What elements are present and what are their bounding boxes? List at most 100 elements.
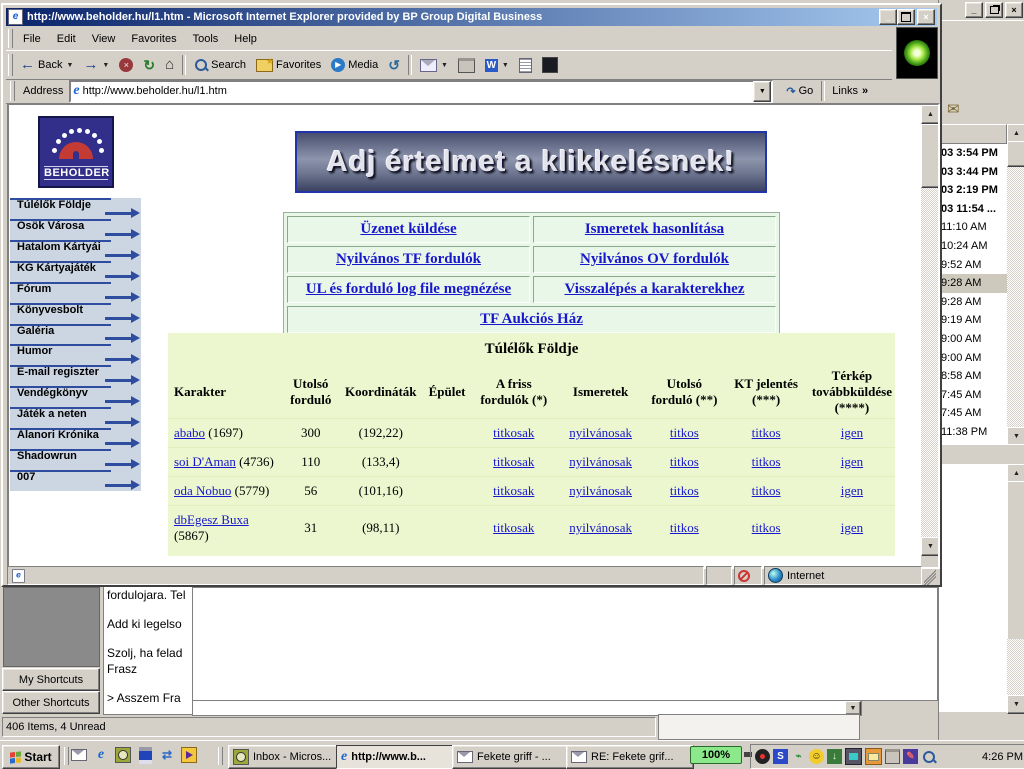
send-receive-icon[interactable]: ✉ xyxy=(947,100,960,118)
search-button[interactable]: Search xyxy=(189,53,251,77)
toolbar-grip[interactable] xyxy=(8,54,13,76)
character-link[interactable]: ababo xyxy=(174,425,205,440)
tray-app-icon[interactable]: S xyxy=(773,749,788,764)
lastturn-link[interactable]: titkos xyxy=(670,454,699,469)
map-link[interactable]: igen xyxy=(841,483,863,498)
list-item[interactable]: 9:19 AM xyxy=(939,311,1007,330)
list-item[interactable]: 03 11:54 ... xyxy=(939,200,1007,219)
kt-link[interactable]: titkos xyxy=(752,425,781,440)
ql-floppy-icon[interactable] xyxy=(136,746,154,764)
edit-dropdown-icon[interactable]: ▼ xyxy=(502,62,509,69)
print-button[interactable] xyxy=(453,53,480,77)
forward-dropdown-icon[interactable]: ▼ xyxy=(102,62,109,69)
task-inbox[interactable]: Inbox - Micros... xyxy=(228,745,342,769)
list-item[interactable]: 9:00 AM xyxy=(939,330,1007,349)
map-link[interactable]: igen xyxy=(841,520,863,535)
ie-maximize-button[interactable] xyxy=(897,9,915,25)
fresh-link[interactable]: titkosak xyxy=(493,454,534,469)
list-item[interactable]: 03 3:54 PM xyxy=(939,144,1007,163)
tray-magnifier-icon[interactable] xyxy=(921,749,936,764)
fresh-link[interactable]: titkosak xyxy=(493,520,534,535)
sidebar-item-email-regiszter[interactable]: E-mail regiszter xyxy=(10,365,141,386)
sidebar-item-alanori-kronika[interactable]: Alanori Krónika xyxy=(10,428,141,449)
menu-view[interactable]: View xyxy=(84,30,124,48)
list-item[interactable]: 9:28 AM xyxy=(939,293,1007,312)
sidebar-item-konyvesbolt[interactable]: Könyvesbolt xyxy=(10,303,141,324)
list-item[interactable]: 7:45 AM xyxy=(939,386,1007,405)
link-visszalepes[interactable]: Visszalépés a karakterekhez xyxy=(565,281,745,297)
messenger-button[interactable] xyxy=(537,53,563,77)
outlook-minimize-button[interactable]: _ xyxy=(965,2,983,18)
knowledge-link[interactable]: nyilvánosak xyxy=(569,483,632,498)
page-scroll-up[interactable]: ▲ xyxy=(921,105,940,124)
tray-printer-icon[interactable] xyxy=(885,749,900,764)
body-scroll-track[interactable] xyxy=(1007,639,1024,695)
list-item-selected[interactable]: 9:28 AM xyxy=(939,274,1007,293)
sidebar-item-007[interactable]: 007 xyxy=(10,470,141,491)
link-uzenet-kuldese[interactable]: Üzenet küldése xyxy=(360,221,456,237)
other-shortcuts-button[interactable]: Other Shortcuts xyxy=(2,691,100,714)
tray-mail-notify-icon[interactable] xyxy=(865,748,882,765)
ql-media-player-icon[interactable] xyxy=(180,746,198,764)
taskband-grip[interactable] xyxy=(218,747,223,765)
tray-security-icon[interactable]: ✎ xyxy=(903,749,918,764)
mail-button[interactable]: ▼ xyxy=(415,53,453,77)
ql-compose-mail-icon[interactable] xyxy=(70,746,88,764)
map-link[interactable]: igen xyxy=(841,454,863,469)
sidebar-item-humor[interactable]: Humor xyxy=(10,344,141,365)
link-nyilvanos-tf-fordulok[interactable]: Nyilvános TF fordulók xyxy=(336,251,481,267)
ql-internet-explorer-icon[interactable]: e xyxy=(92,746,110,764)
go-button[interactable]: ↷ Go xyxy=(781,79,818,103)
back-dropdown-icon[interactable]: ▼ xyxy=(66,62,73,69)
menu-help[interactable]: Help xyxy=(226,30,265,48)
body-scroll-down[interactable]: ▼ xyxy=(1007,695,1024,714)
body-scroll-thumb[interactable] xyxy=(1007,481,1024,641)
address-input[interactable] xyxy=(80,84,754,98)
stop-button[interactable]: × xyxy=(114,53,138,77)
kt-link[interactable]: titkos xyxy=(752,483,781,498)
knowledge-link[interactable]: nyilvánosak xyxy=(569,425,632,440)
lastturn-link[interactable]: titkos xyxy=(670,483,699,498)
ie-close-button[interactable]: × xyxy=(917,9,935,25)
fragment-scroll-down[interactable]: ▼ xyxy=(845,701,861,715)
message-list-column-header[interactable] xyxy=(939,124,1007,144)
media-button[interactable]: ▶ Media xyxy=(326,53,383,77)
list-item[interactable]: 8:58 AM xyxy=(939,367,1007,386)
list-item[interactable]: 11:10 AM xyxy=(939,218,1007,237)
sidebar-item-galeria[interactable]: Galéria xyxy=(10,324,141,345)
list-item[interactable]: 03 2:19 PM xyxy=(939,181,1007,200)
favorites-button[interactable]: ★ Favorites xyxy=(251,53,326,77)
address-dropdown-button[interactable]: ▼ xyxy=(753,81,771,102)
forward-button[interactable]: → ▼ xyxy=(78,53,114,77)
tray-messenger-icon[interactable]: ☺ xyxy=(809,749,824,764)
character-link[interactable]: soi D'Aman xyxy=(174,454,236,469)
link-nyilvanos-ov-fordulok[interactable]: Nyilvános OV fordulók xyxy=(580,251,729,267)
mail-dropdown-icon[interactable]: ▼ xyxy=(441,62,448,69)
tray-display-icon[interactable] xyxy=(845,748,862,765)
beholder-logo[interactable]: BEHOLDER xyxy=(38,116,114,188)
sidebar-item-hatalom-kartyai[interactable]: Hatalom Kártyái xyxy=(10,240,141,261)
list-item[interactable]: 9:00 AM xyxy=(939,349,1007,368)
start-button[interactable]: Start xyxy=(2,745,60,769)
menu-grip[interactable] xyxy=(8,29,13,47)
tray-update-icon[interactable]: ↓ xyxy=(827,749,842,764)
addressbar-grip[interactable] xyxy=(10,81,15,100)
menu-file[interactable]: File xyxy=(15,30,49,48)
list-item[interactable]: 03 3:44 PM xyxy=(939,163,1007,182)
sidebar-item-tulelok-foldje[interactable]: Túlélők Földje xyxy=(10,198,141,219)
lastturn-link[interactable]: titkos xyxy=(670,520,699,535)
back-button[interactable]: ← Back ▼ xyxy=(15,53,78,77)
outlook-restore-button[interactable] xyxy=(985,2,1003,18)
fresh-link[interactable]: titkosak xyxy=(493,483,534,498)
tray-antivirus-icon[interactable] xyxy=(755,749,770,764)
history-button[interactable]: ↺ xyxy=(383,53,405,77)
home-button[interactable]: ⌂ xyxy=(160,53,179,77)
task-fekete-griff[interactable]: Fekete griff - ... xyxy=(452,745,572,769)
sidebar-item-osok-varosa[interactable]: Ősök Városa xyxy=(10,219,141,240)
knowledge-link[interactable]: nyilvánosak xyxy=(569,454,632,469)
battery-indicator[interactable]: 100% xyxy=(690,746,742,764)
clock[interactable]: 4:26 PM xyxy=(982,751,1024,763)
lastturn-link[interactable]: titkos xyxy=(670,425,699,440)
page-scroll-down[interactable]: ▼ xyxy=(921,537,940,556)
links-chevron-icon[interactable]: » xyxy=(862,85,868,97)
